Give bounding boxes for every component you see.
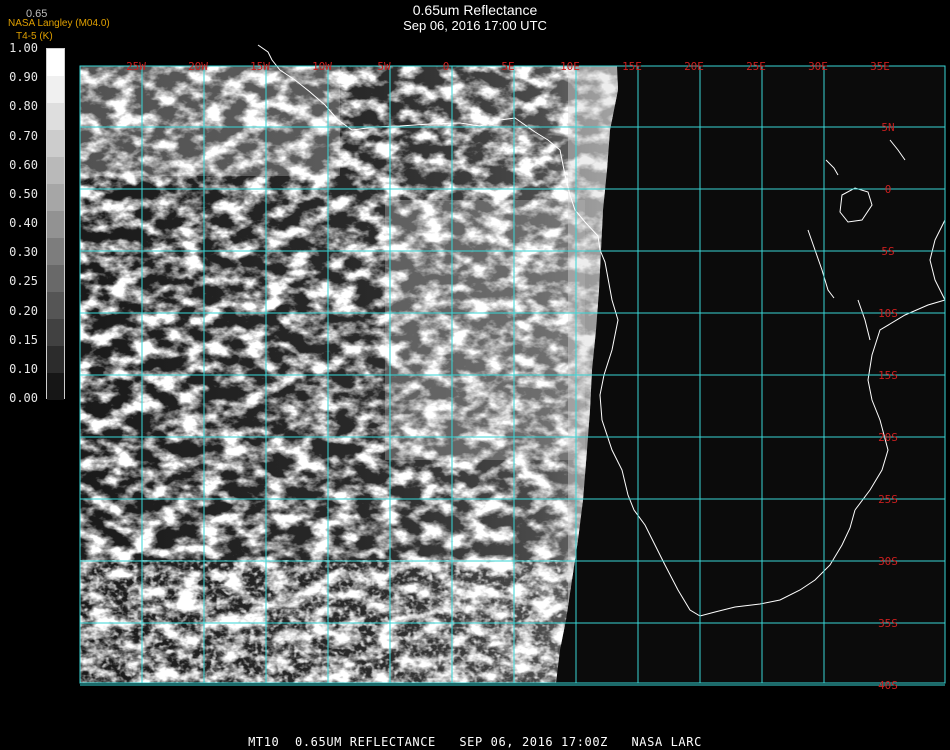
longitude-label: 5E bbox=[501, 60, 514, 73]
longitude-label: 15W bbox=[250, 60, 270, 73]
longitude-label: 10E bbox=[560, 60, 580, 73]
latitude-label: 35S bbox=[878, 617, 898, 630]
latitude-label: 30S bbox=[878, 555, 898, 568]
map-panel: 25W 20W 15W 10W 5W 0 5E 10E 15E 20E 25E 30E 35E 5N 0 5S… bbox=[79, 44, 946, 692]
longitude-label: 20W bbox=[188, 60, 208, 73]
latitude-label: 5S bbox=[881, 245, 894, 258]
longitude-label: 25E bbox=[746, 60, 766, 73]
latitude-label: 40S bbox=[878, 679, 898, 692]
longitude-label: 10W bbox=[312, 60, 332, 73]
longitude-label: 35E bbox=[870, 60, 890, 73]
longitude-label: 20E bbox=[684, 60, 704, 73]
footer-caption: MT10 0.65UM REFLECTANCE SEP 06, 2016 17:… bbox=[248, 735, 702, 749]
latitude-label: 0 bbox=[885, 183, 892, 196]
longitude-label: 15E bbox=[622, 60, 642, 73]
longitude-label: 0 bbox=[443, 60, 450, 73]
latitude-label: 15S bbox=[878, 369, 898, 382]
longitude-label: 25W bbox=[126, 60, 146, 73]
latitude-label: 10S bbox=[878, 307, 898, 320]
fine-cloud-texture bbox=[80, 560, 580, 683]
longitude-label: 30E bbox=[808, 60, 828, 73]
satellite-map: 25W 20W 15W 10W 5W 0 5E 10E 15E 20E 25E 30E 35E 5N 0 5S… bbox=[79, 44, 946, 692]
latitude-label: 20S bbox=[878, 431, 898, 444]
latitude-label: 25S bbox=[878, 493, 898, 506]
longitude-label: 5W bbox=[377, 60, 391, 73]
latitude-label: 5N bbox=[881, 121, 894, 134]
